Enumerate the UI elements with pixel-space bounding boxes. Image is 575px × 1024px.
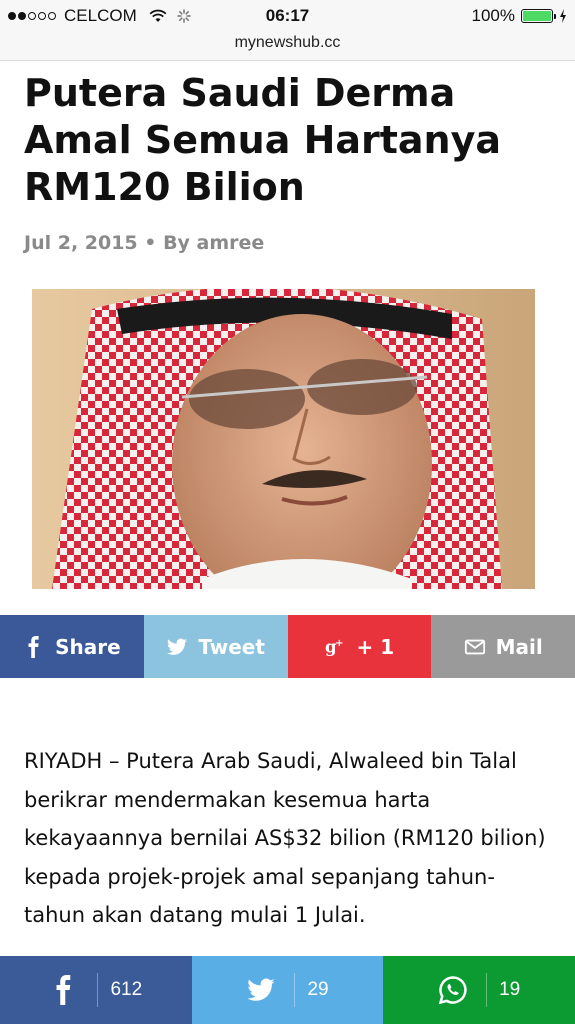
battery-fill — [523, 11, 551, 21]
google-plus-button[interactable]: g + + 1 — [287, 615, 432, 678]
footer-divider — [97, 973, 99, 1007]
mail-label: Mail — [495, 634, 543, 659]
svg-text:+: + — [335, 638, 343, 649]
address-url: mynewshub.cc — [234, 34, 341, 51]
article-photo — [32, 289, 535, 589]
meta-separator: • — [144, 232, 157, 254]
twitter-icon — [247, 978, 276, 1001]
mail-icon — [464, 639, 485, 654]
article-body: RIYADH – Putera Arab Saudi, Alwaleed bin… — [24, 749, 546, 927]
status-bar: CELCOM 06:17 100% — [0, 0, 575, 32]
battery-percent: 100% — [471, 6, 515, 25]
footer-whatsapp-button[interactable]: 19 — [383, 956, 575, 1024]
charging-bolt-icon — [560, 9, 566, 23]
google-plus-label: + 1 — [356, 634, 395, 659]
footer-share-bar: 612 29 19 — [0, 956, 575, 1024]
whatsapp-icon — [438, 976, 467, 1005]
footer-divider — [486, 973, 488, 1007]
portrait-illustration — [52, 289, 502, 589]
footer-divider — [294, 973, 296, 1007]
mail-button[interactable]: Mail — [431, 615, 575, 678]
article-date: Jul 2, 2015 — [24, 232, 138, 254]
article-author[interactable]: By amree — [163, 232, 264, 254]
facebook-icon — [56, 975, 71, 1005]
twitter-share-count: 29 — [307, 979, 329, 1000]
footer-facebook-button[interactable]: 612 — [0, 956, 192, 1024]
facebook-icon — [28, 635, 39, 658]
google-plus-icon: g+ — [325, 637, 344, 656]
tweet-button[interactable]: Tweet — [143, 615, 288, 678]
battery-tip — [554, 14, 556, 19]
tweet-label: Tweet — [198, 634, 265, 659]
facebook-share-button[interactable]: Share — [0, 615, 144, 678]
article-meta: Jul 2, 2015 • By amree — [24, 232, 264, 254]
whatsapp-share-count: 19 — [499, 979, 521, 1000]
address-bar[interactable]: mynewshub.cc — [0, 30, 575, 61]
twitter-icon — [167, 638, 188, 655]
share-bar: Share Tweet g + + 1 Mail — [0, 615, 575, 678]
facebook-share-count: 612 — [110, 979, 143, 1000]
footer-twitter-button[interactable]: 29 — [191, 956, 384, 1024]
article-title: Putera Saudi Derma Amal Semua Hartanya R… — [24, 71, 502, 209]
share-label: Share — [55, 634, 121, 659]
status-right: 100% — [472, 6, 567, 26]
battery-icon — [521, 9, 556, 23]
